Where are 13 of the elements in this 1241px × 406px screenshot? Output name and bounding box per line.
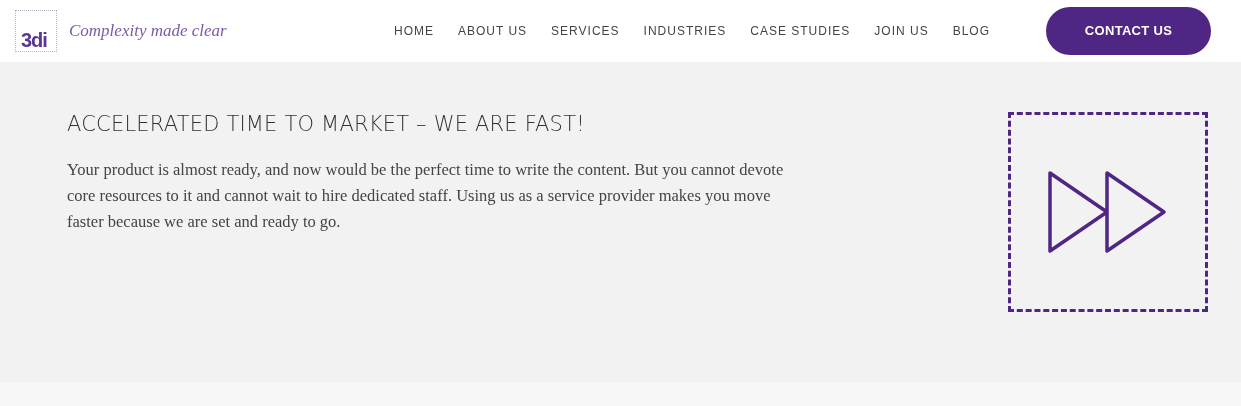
nav-link[interactable]: SERVICES (551, 22, 620, 40)
fast-forward-icon (1047, 170, 1169, 254)
nav-link[interactable]: HOME (394, 22, 434, 40)
logo[interactable]: 3di (15, 10, 57, 52)
nav-link[interactable]: INDUSTRIES (643, 22, 727, 40)
section-heading: ACCELERATED TIME TO MARKET – WE ARE FAST! (67, 112, 586, 138)
nav-link[interactable]: ABOUT US (458, 22, 528, 40)
nav-link[interactable]: JOIN US (874, 22, 929, 40)
nav-link[interactable]: BLOG (952, 22, 990, 40)
nav-link[interactable]: CASE STUDIES (750, 22, 851, 40)
tagline: Complexity made clear (69, 20, 227, 43)
section-paragraph: Your product is almost ready, and now would be the perfect time to write the content. But you cannot devote core resources to it and cannot wait to hire dedicated staff. Using us as a service provider makes you move faster because we are set and ready to go. (67, 159, 785, 234)
contact-button[interactable]: CONTACT US (1046, 7, 1211, 55)
